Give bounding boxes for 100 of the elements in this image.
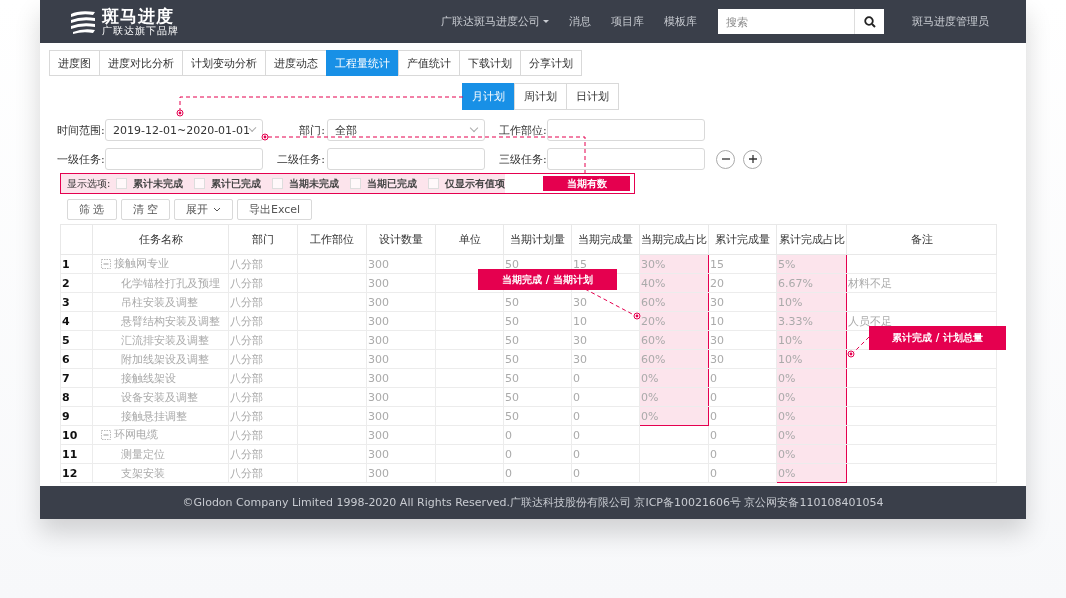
table-cell: 0: [710, 447, 717, 461]
input-field[interactable]: [105, 148, 263, 170]
column-header[interactable]: 当期完成占比: [639, 224, 709, 255]
nav-link[interactable]: 模板库: [664, 14, 697, 29]
field-label: 时间范围:: [57, 122, 105, 138]
table-cell: 0: [573, 409, 580, 423]
tab[interactable]: 产值统计: [398, 50, 460, 76]
table-cell: 八分部: [230, 371, 263, 385]
options-label: 显示选项:: [67, 176, 111, 191]
expand-button[interactable]: 展开: [174, 199, 233, 220]
table-cell: 30: [710, 333, 724, 347]
tab[interactable]: 分享计划: [520, 50, 582, 76]
action-button[interactable]: 筛 选: [67, 199, 117, 220]
row-number: 11: [60, 444, 93, 464]
column-header[interactable]: 当期完成量: [571, 224, 640, 255]
table-cell: 八分部: [230, 390, 263, 404]
callout-label: 当期完成 / 当期计划: [478, 269, 617, 290]
column-header[interactable]: 部门: [228, 224, 298, 255]
table-cell: 0%: [641, 390, 659, 404]
table-cell: 10%: [778, 352, 803, 366]
task-name: 接触线架设: [121, 370, 176, 386]
column-header[interactable]: 设计数量: [366, 224, 436, 255]
table-cell: 300: [368, 257, 389, 271]
table-cell: 0%: [778, 428, 796, 442]
table-cell: 300: [368, 428, 389, 442]
table-cell: 300: [368, 447, 389, 461]
table-cell: 0%: [778, 466, 796, 480]
plan-tab[interactable]: 日计划: [566, 83, 619, 110]
company-dropdown[interactable]: 广联达斑马进度公司: [441, 14, 549, 29]
table-cell: 300: [368, 390, 389, 404]
search-field[interactable]: 搜索: [718, 9, 854, 34]
table-cell: 八分部: [230, 409, 263, 423]
table-cell: 八分部: [230, 257, 263, 271]
input-field[interactable]: [547, 148, 705, 170]
row-number: 5: [60, 330, 93, 350]
table-cell: 八分部: [230, 333, 263, 347]
nav-link[interactable]: 消息: [569, 14, 591, 29]
row-number: 6: [60, 349, 93, 369]
tab[interactable]: 计划变动分析: [182, 50, 266, 76]
leader-line: [847, 336, 870, 358]
task-name: 附加线架设及调整: [121, 351, 209, 367]
input-field[interactable]: [547, 119, 705, 141]
tab[interactable]: 进度动态: [265, 50, 327, 76]
table-cell: 八分部: [230, 314, 263, 328]
option-checkbox[interactable]: 累计未完成: [116, 176, 184, 191]
task-name: 环网电缆: [114, 427, 158, 443]
action-button[interactable]: 导出Excel: [237, 199, 313, 220]
table-cell: 八分部: [230, 447, 263, 461]
tab[interactable]: 进度图: [49, 50, 100, 76]
table-cell: 八分部: [230, 428, 263, 442]
option-checkbox[interactable]: 当期未完成: [272, 176, 340, 191]
nav-link[interactable]: 项目库: [611, 14, 644, 29]
table-cell: 50: [505, 295, 519, 309]
column-header[interactable]: 工作部位: [297, 224, 367, 255]
row-number: 4: [60, 311, 93, 331]
table-cell: 八分部: [230, 352, 263, 366]
table-cell: 300: [368, 295, 389, 309]
column-header[interactable]: 单位: [435, 224, 504, 255]
field-label: 二级任务:: [277, 151, 326, 167]
plan-tab[interactable]: 周计划: [514, 83, 567, 110]
tab[interactable]: 下载计划: [459, 50, 521, 76]
table-cell: 60%: [641, 295, 666, 309]
minus-button[interactable]: [716, 149, 735, 169]
table-cell: 300: [368, 371, 389, 385]
table-cell: 0: [573, 428, 580, 442]
caret-icon: [543, 20, 549, 23]
search-button[interactable]: [854, 9, 884, 34]
table-cell: 0: [505, 466, 512, 480]
table-cell: 50: [505, 371, 519, 385]
time-range-select[interactable]: 2019-12-01~2020-01-01: [105, 119, 263, 141]
input-field[interactable]: [327, 148, 485, 170]
table-cell: 0%: [778, 447, 796, 461]
task-name: 支架安装: [121, 465, 165, 481]
callout-label: 当期有数: [543, 176, 630, 191]
department-select[interactable]: 全部: [327, 119, 485, 141]
table-cell: 10: [573, 314, 587, 328]
column-header[interactable]: 累计完成占比: [776, 224, 847, 255]
column-header[interactable]: 任务名称: [92, 224, 229, 255]
table-cell: 50: [505, 333, 519, 347]
option-checkbox[interactable]: 仅显示有值项: [428, 176, 506, 191]
task-name: 吊柱安装及调整: [121, 294, 198, 310]
table-cell: 50: [505, 390, 519, 404]
column-header[interactable]: 累计完成量: [708, 224, 777, 255]
table-cell: 6.67%: [778, 276, 813, 290]
table-cell: 300: [368, 409, 389, 423]
column-header[interactable]: 备注: [846, 224, 997, 255]
column-header[interactable]: 当期计划量: [503, 224, 572, 255]
plus-button[interactable]: [743, 149, 762, 169]
tab[interactable]: 进度对比分析: [99, 50, 183, 76]
user-name[interactable]: 斑马进度管理员: [912, 14, 989, 29]
action-button[interactable]: 清 空: [120, 199, 170, 220]
table-cell: 八分部: [230, 295, 263, 309]
collapse-icon[interactable]: [101, 429, 111, 440]
table-cell: 0: [710, 390, 717, 404]
option-checkbox[interactable]: 当期已完成: [350, 176, 418, 191]
option-checkbox[interactable]: 累计已完成: [194, 176, 262, 191]
table-cell: 0: [573, 390, 580, 404]
table-cell: 300: [368, 352, 389, 366]
copyright-text: ©Glodon Company Limited 1998-2020 All Rights Reserved.广联达科技股份有限公司 京ICP备10021606号 京公网安备110108401054: [182, 495, 884, 510]
collapse-icon[interactable]: [101, 258, 111, 269]
